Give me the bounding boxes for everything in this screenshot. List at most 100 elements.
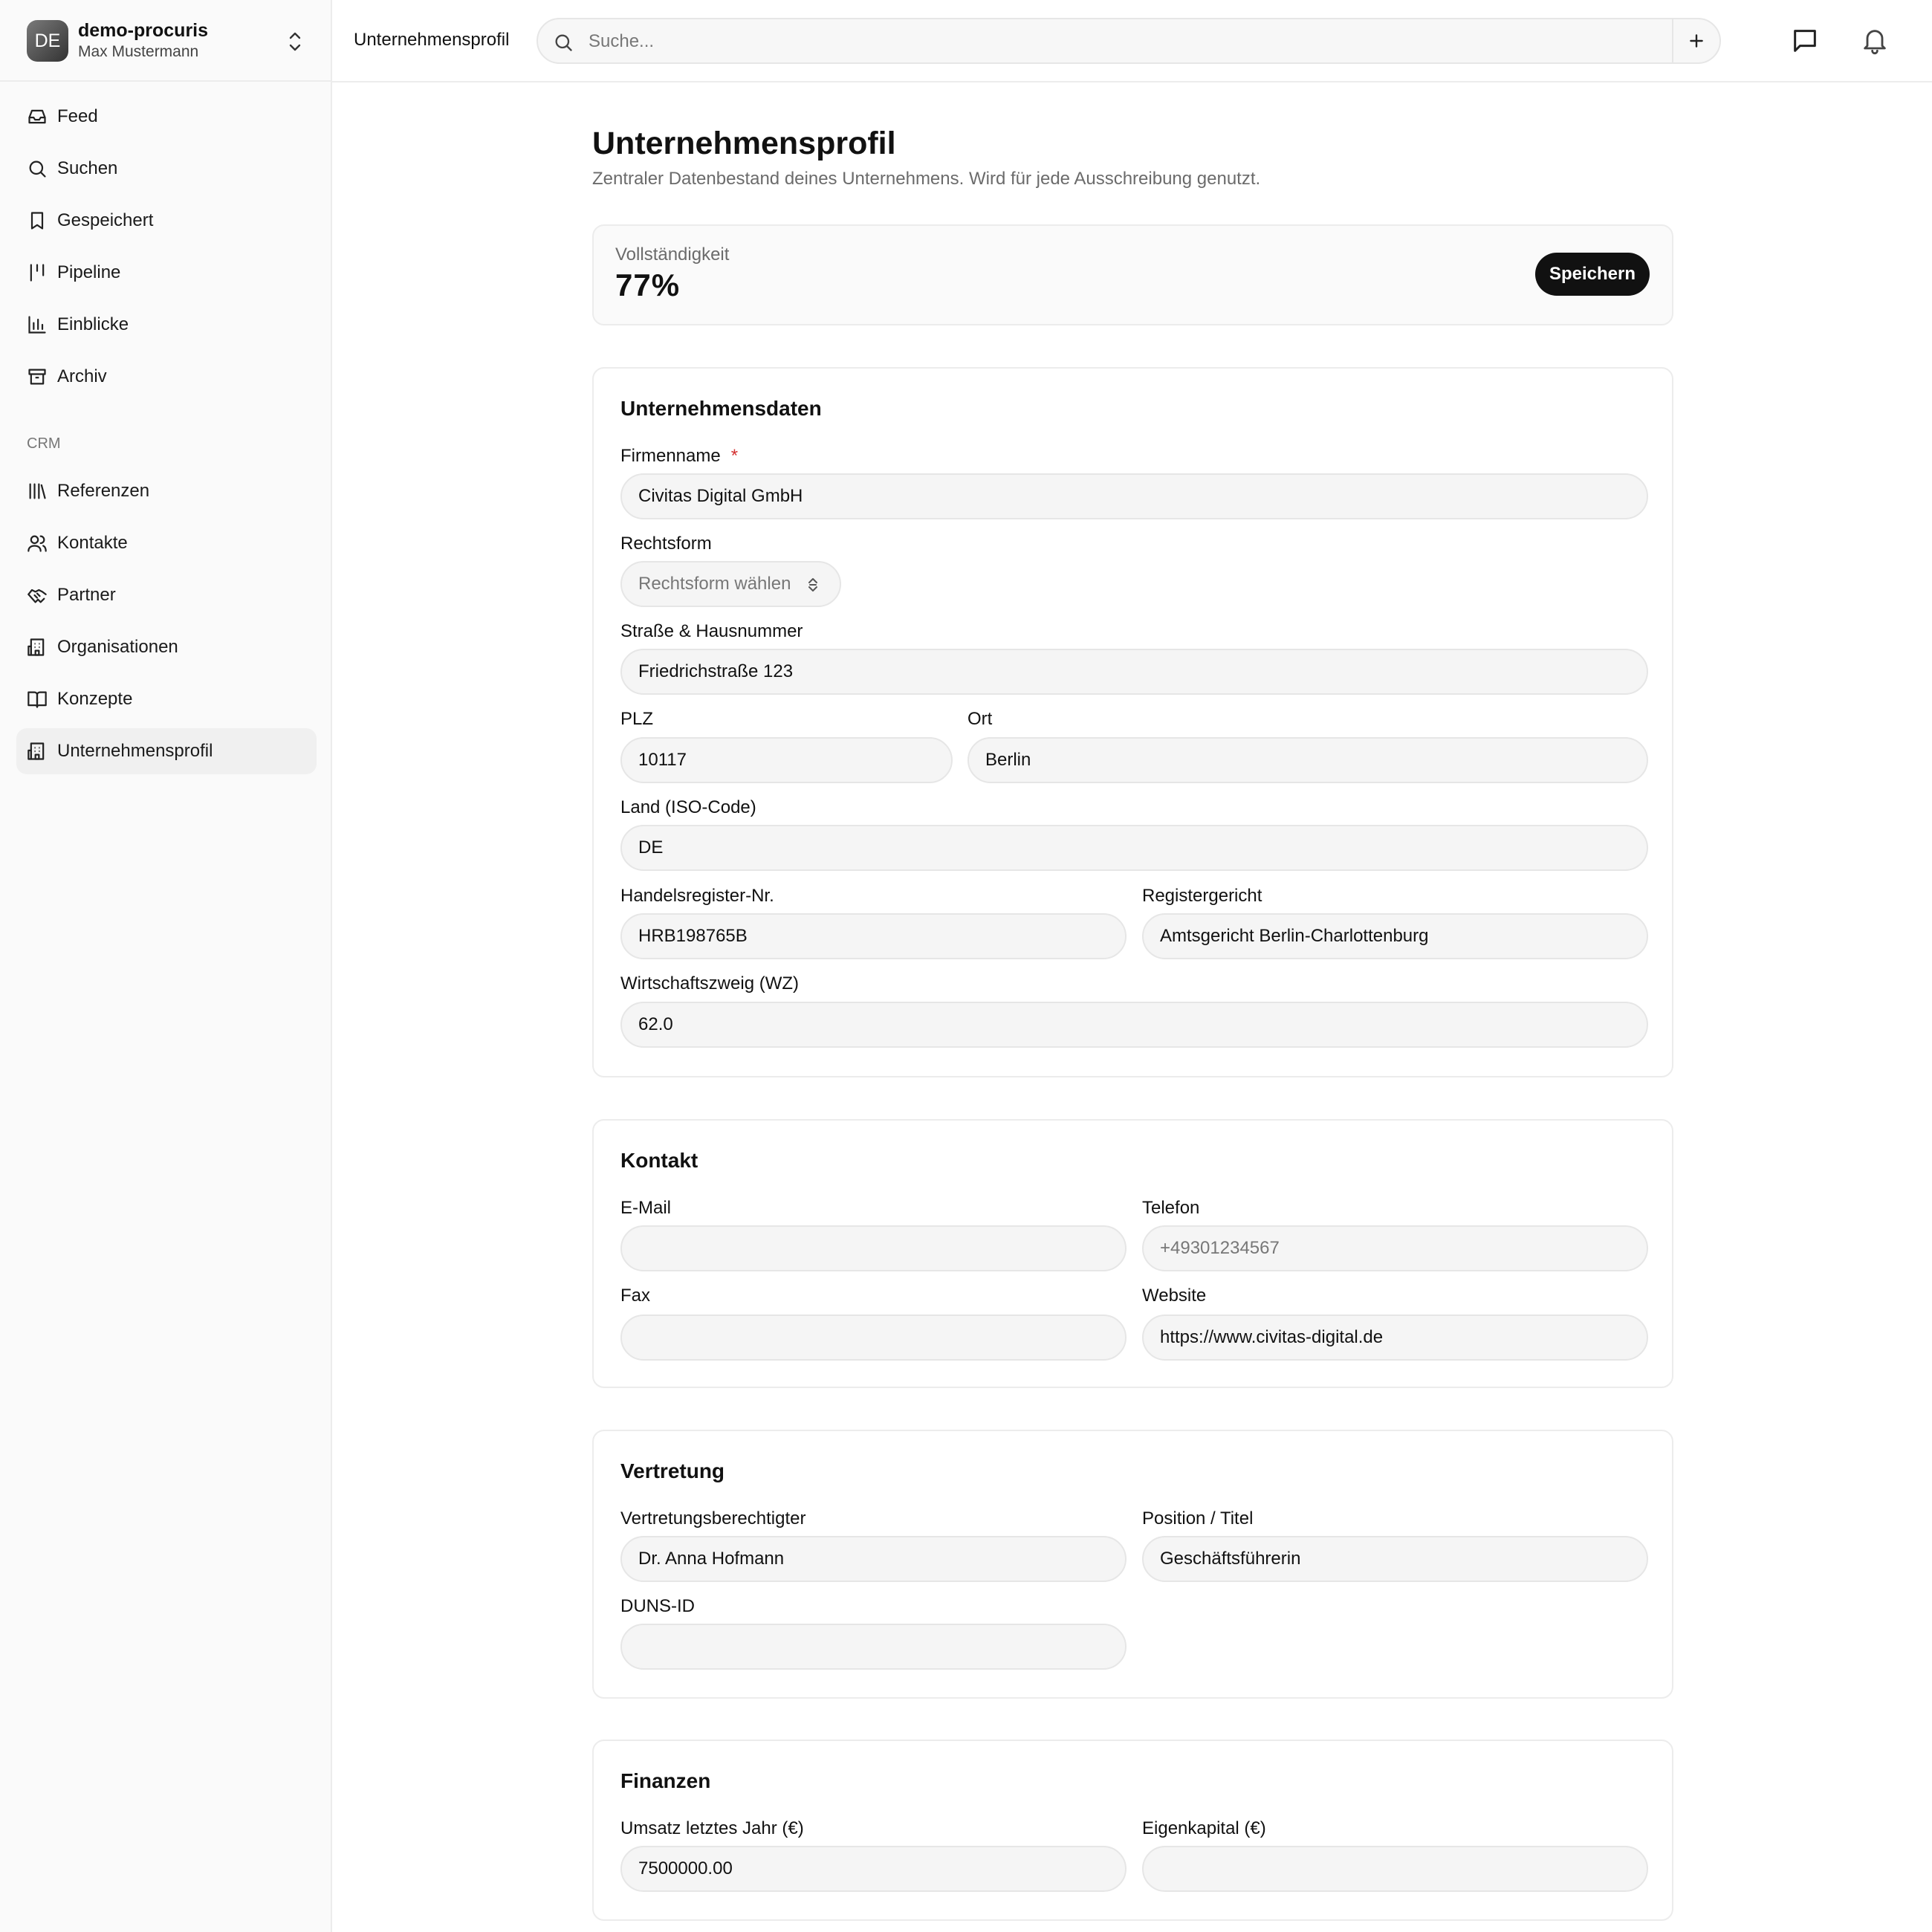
sidebar-item-gespeichert[interactable]: Gespeichert [16, 198, 317, 244]
card-title: Finanzen [620, 1769, 711, 1792]
telefon-field[interactable]: +49301234567 [1142, 1225, 1648, 1271]
fax-label: Fax [620, 1286, 651, 1306]
land-label: Land (ISO-Code) [620, 797, 756, 817]
add-button[interactable] [1672, 19, 1719, 62]
ort-label: Ort [967, 709, 993, 729]
chevrons-up-down-icon [289, 32, 301, 51]
sidebar-section-crm: CRM [27, 435, 61, 452]
wz-field[interactable]: 62.0 [620, 1002, 1648, 1048]
registergericht-field[interactable]: Amtsgericht Berlin-Charlottenburg [1142, 913, 1648, 959]
email-field[interactable] [620, 1225, 1127, 1271]
sidebar-item-label: Feed [57, 106, 98, 126]
sidebar-item-label: Archiv [57, 366, 107, 386]
rechtsform-placeholder: Rechtsform wählen [638, 574, 791, 594]
duns-label: DUNS-ID [620, 1596, 695, 1616]
fax-field[interactable] [620, 1315, 1127, 1361]
website-field[interactable]: https://www.civitas-digital.de [1142, 1315, 1648, 1361]
sidebar-item-pipeline[interactable]: Pipeline [16, 250, 317, 296]
pipeline-icon [30, 264, 45, 282]
building-icon [27, 638, 45, 656]
workspace-user: Max Mustermann [78, 43, 199, 60]
sidebar-item-label: Organisationen [57, 637, 178, 657]
ort-field[interactable]: Berlin [967, 737, 1648, 783]
rechtsform-select[interactable]: Rechtsform wählen [620, 561, 841, 607]
firmenname-label: Firmenname * [620, 446, 738, 467]
page-subtitle: Zentraler Datenbestand deines Unternehme… [592, 169, 1261, 189]
breadcrumb: Unternehmensprofil [354, 30, 510, 50]
chevrons-up-down-icon [808, 578, 817, 591]
company-data-card: Unternehmensdaten Firmenname * Civitas Di… [592, 367, 1673, 1077]
workspace-switcher[interactable]: DE demo-procuris Max Mustermann [0, 0, 331, 82]
rechtsform-label: Rechtsform [620, 534, 712, 554]
message-icon[interactable] [1790, 26, 1820, 56]
book-open-icon [27, 691, 47, 708]
vertreter-field[interactable]: Dr. Anna Hofmann [620, 1536, 1127, 1582]
required-mark: * [730, 446, 739, 466]
bar-chart-icon [28, 316, 46, 334]
sidebar-item-label: Partner [57, 585, 116, 605]
sidebar-item-referenzen[interactable]: Referenzen [16, 468, 317, 514]
website-label: Website [1142, 1286, 1207, 1306]
completeness-label: Vollständigkeit [615, 244, 730, 265]
bell-icon[interactable] [1860, 26, 1890, 56]
completeness-value: 77% [615, 268, 681, 302]
sidebar-item-partner[interactable]: Partner [16, 572, 317, 618]
sidebar-item-label: Konzepte [57, 689, 133, 709]
finance-card: Finanzen Umsatz letztes Jahr (€) 7500000… [592, 1740, 1673, 1921]
land-field[interactable]: DE [620, 825, 1648, 871]
sidebar-item-kontakte[interactable]: Kontakte [16, 520, 317, 566]
sidebar-item-organisationen[interactable]: Organisationen [16, 624, 317, 670]
plus-icon [1690, 34, 1703, 48]
sidebar-item-label: Gespeichert [57, 210, 154, 230]
page-title: Unternehmensprofil [592, 126, 896, 161]
search-icon [29, 161, 46, 178]
position-field[interactable]: Geschäftsführerin [1142, 1536, 1648, 1582]
archive-icon [28, 369, 46, 385]
bookmark-icon [30, 212, 44, 230]
sidebar-item-label: Suchen [57, 158, 118, 178]
card-title: Vertretung [620, 1459, 725, 1482]
registergericht-label: Registergericht [1142, 886, 1262, 906]
representation-card: Vertretung Vertretungsberechtigter Dr. A… [592, 1430, 1673, 1699]
inbox-icon [28, 109, 46, 124]
card-title: Kontakt [620, 1149, 698, 1172]
eigenkapital-field[interactable] [1142, 1846, 1648, 1892]
plz-field[interactable]: 10117 [620, 737, 953, 783]
umsatz-label: Umsatz letztes Jahr (€) [620, 1818, 804, 1838]
search-input[interactable] [589, 27, 1659, 56]
sidebar-item-suchen[interactable]: Suchen [16, 146, 317, 192]
completeness-panel: Vollständigkeit 77% Speichern [592, 224, 1673, 325]
handelsregister-field[interactable]: HRB198765B [620, 913, 1127, 959]
contact-card: Kontakt E-Mail Telefon +49301234567 Fax … [592, 1119, 1673, 1388]
sidebar-item-label: Unternehmensprofil [57, 741, 213, 761]
duns-field[interactable] [620, 1624, 1127, 1670]
strasse-label: Straße & Hausnummer [620, 621, 803, 641]
sidebar-item-archiv[interactable]: Archiv [16, 354, 317, 400]
users-icon [27, 535, 47, 552]
sidebar-item-feed[interactable]: Feed [16, 94, 317, 140]
card-title: Unternehmensdaten [620, 397, 822, 420]
sidebar-item-label: Einblicke [57, 314, 129, 334]
sidebar: DE demo-procuris Max Mustermann Feed Suc… [0, 0, 332, 1932]
search-bar [537, 18, 1721, 64]
building-icon [27, 742, 45, 760]
umsatz-field[interactable]: 7500000.00 [620, 1846, 1127, 1892]
plz-label: PLZ [620, 709, 654, 729]
vertreter-label: Vertretungsberechtigter [620, 1508, 806, 1529]
save-button[interactable]: Speichern [1535, 253, 1650, 296]
workspace-name: demo-procuris [78, 20, 209, 41]
strasse-field[interactable]: Friedrichstraße 123 [620, 649, 1648, 695]
sidebar-item-konzepte[interactable]: Konzepte [16, 676, 317, 722]
eigenkapital-label: Eigenkapital (€) [1142, 1818, 1266, 1838]
sidebar-item-unternehmensprofil[interactable]: Unternehmensprofil [16, 728, 317, 774]
firmenname-field[interactable]: Civitas Digital GmbH [620, 473, 1648, 519]
email-label: E-Mail [620, 1198, 672, 1218]
search-icon [555, 34, 572, 51]
handshake-icon [27, 589, 47, 603]
sidebar-item-einblicke[interactable]: Einblicke [16, 302, 317, 348]
sidebar-item-label: Referenzen [57, 481, 150, 501]
telefon-label: Telefon [1142, 1198, 1200, 1218]
workspace-avatar: DE [27, 20, 68, 62]
wz-label: Wirtschaftszweig (WZ) [620, 973, 799, 993]
position-label: Position / Titel [1142, 1508, 1254, 1529]
